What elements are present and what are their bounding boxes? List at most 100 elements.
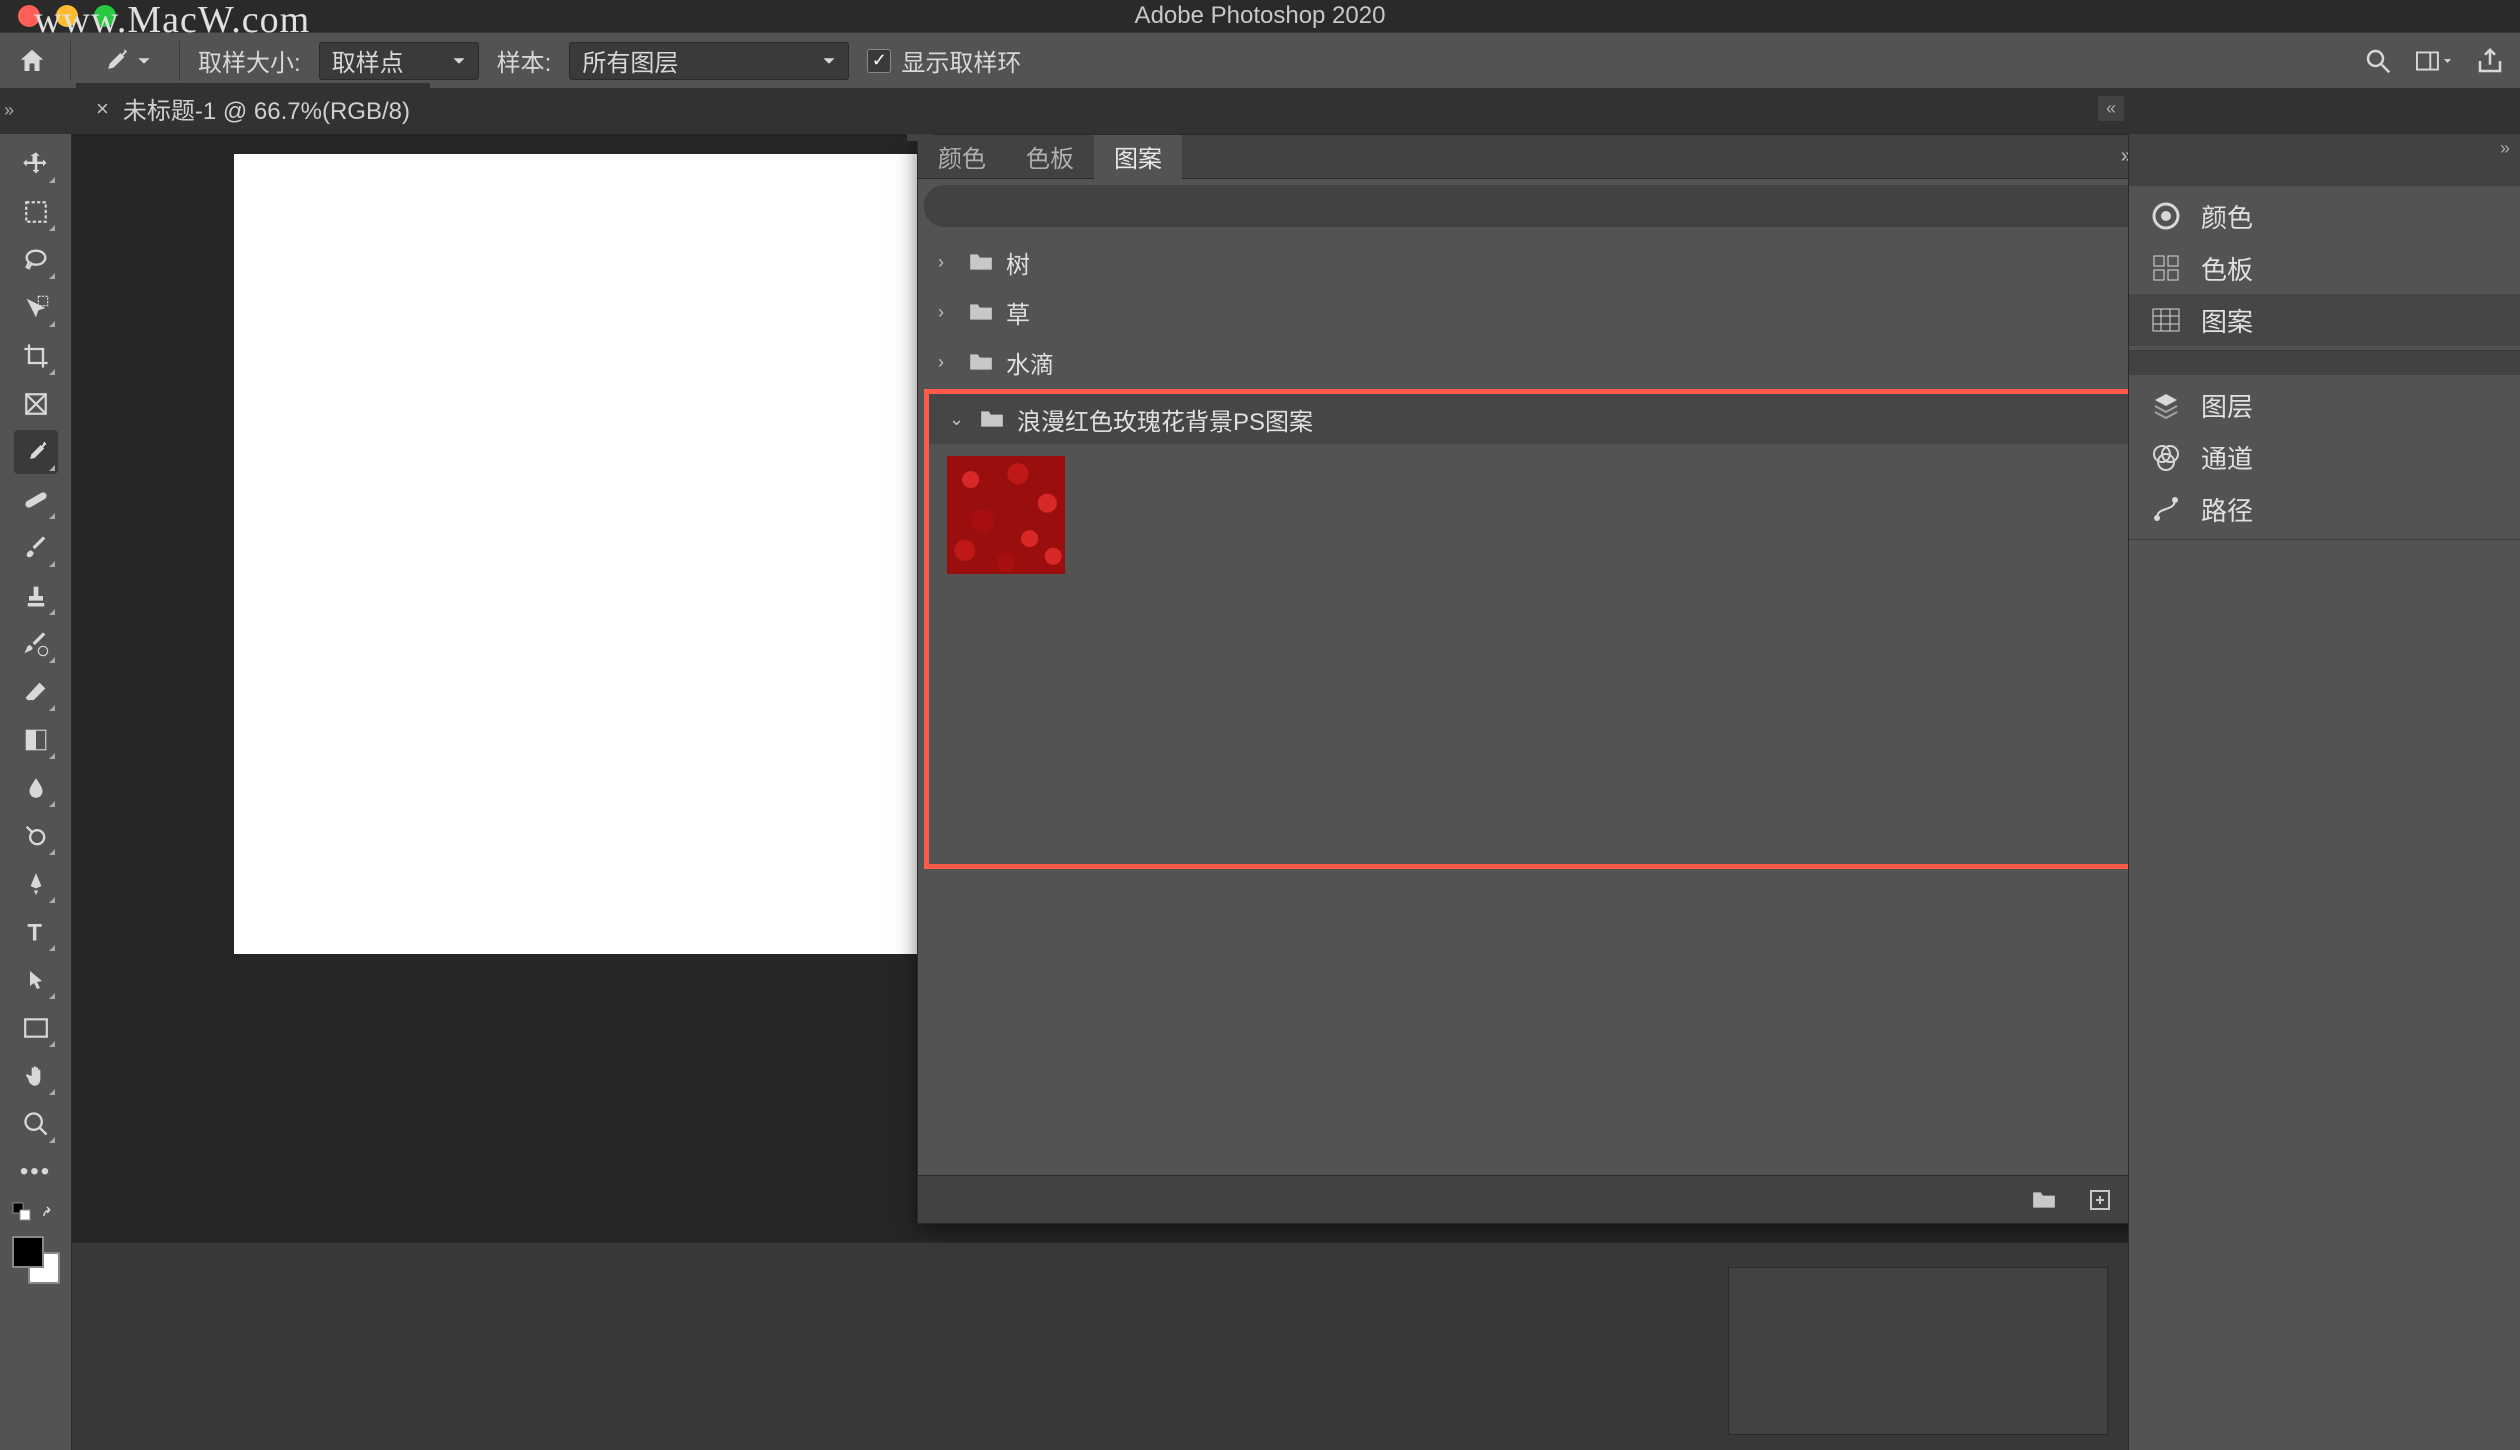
folder-icon bbox=[968, 301, 994, 323]
chevron-down-icon bbox=[452, 54, 466, 68]
folder-tree-item-expanded[interactable]: ⌄ 浪漫红色玫瑰花背景PS图案 bbox=[929, 394, 2128, 444]
panel-expand-icon[interactable]: » bbox=[2121, 145, 2128, 168]
dock-collapse-button[interactable]: » bbox=[2129, 134, 2520, 162]
canvas-area[interactable]: « 颜色 色板 图案 » | › 树 › bbox=[72, 134, 2128, 1450]
checkbox-checked-icon: ✓ bbox=[867, 49, 891, 73]
rectangle-tool[interactable] bbox=[14, 1006, 58, 1050]
rose-pattern-preview bbox=[947, 456, 1065, 574]
hand-tool[interactable] bbox=[14, 1054, 58, 1098]
eraser-tool[interactable] bbox=[14, 670, 58, 714]
folder-tree-item[interactable]: › 树 bbox=[918, 237, 2128, 287]
swap-colors-icon[interactable] bbox=[40, 1202, 60, 1222]
swatches-grid-icon bbox=[2149, 251, 2183, 285]
dock-item-patterns[interactable]: 图案 bbox=[2129, 294, 2520, 346]
chevron-down-icon bbox=[2443, 55, 2452, 67]
gradient-tool[interactable] bbox=[14, 718, 58, 762]
document-tab-label: 未标题-1 @ 66.7%(RGB/8) bbox=[123, 91, 410, 126]
divider bbox=[70, 41, 71, 81]
share-button[interactable] bbox=[2472, 43, 2508, 79]
color-swatches[interactable] bbox=[12, 1236, 60, 1284]
dock-item-label: 颜色 bbox=[2201, 198, 2253, 235]
drop-icon bbox=[23, 774, 49, 802]
maximize-window-button[interactable] bbox=[94, 5, 116, 27]
dock-item-channels[interactable]: 通道 bbox=[2129, 431, 2520, 483]
sample-select[interactable]: 所有图层 bbox=[569, 42, 849, 80]
marquee-tool[interactable] bbox=[14, 190, 58, 234]
folder-icon bbox=[968, 251, 994, 273]
new-pattern-button[interactable] bbox=[2086, 1186, 2114, 1214]
edit-toolbar[interactable]: ••• bbox=[14, 1150, 58, 1194]
document-tab[interactable]: × 未标题-1 @ 66.7%(RGB/8) bbox=[76, 83, 430, 134]
foreground-color-swatch[interactable] bbox=[12, 1236, 44, 1268]
lasso-tool[interactable] bbox=[14, 238, 58, 282]
tools-panel: T ••• bbox=[0, 134, 72, 1450]
pattern-search-input[interactable] bbox=[924, 185, 2128, 227]
plus-square-icon bbox=[2088, 1188, 2112, 1212]
folder-label: 草 bbox=[1006, 295, 1030, 330]
blur-tool[interactable] bbox=[14, 766, 58, 810]
eyedropper-icon bbox=[22, 438, 50, 466]
history-brush-tool[interactable] bbox=[14, 622, 58, 666]
eyedropper-icon bbox=[99, 45, 131, 77]
swatch-reset-row bbox=[12, 1202, 60, 1222]
properties-mini-panel[interactable] bbox=[1728, 1267, 2108, 1435]
arrow-cursor-icon bbox=[24, 966, 48, 994]
patterns-panel: 颜色 色板 图案 » | › 树 › 草 bbox=[917, 134, 2128, 1224]
tab-patterns[interactable]: 图案 bbox=[1094, 135, 1182, 179]
dock-group-header[interactable] bbox=[2129, 162, 2520, 186]
type-tool[interactable]: T bbox=[14, 910, 58, 954]
panel-collapse-right[interactable]: « bbox=[2098, 96, 2124, 121]
bottom-properties-strip bbox=[72, 1242, 2128, 1450]
healing-brush-tool[interactable] bbox=[14, 478, 58, 522]
tab-color[interactable]: 颜色 bbox=[918, 135, 1006, 179]
brush-tool[interactable] bbox=[14, 526, 58, 570]
pattern-thumbnail-grid bbox=[929, 444, 2128, 864]
show-sampling-ring-checkbox[interactable]: ✓ 显示取样环 bbox=[867, 43, 1021, 78]
clone-stamp-tool[interactable] bbox=[14, 574, 58, 618]
folder-tree-item[interactable]: › 水滴 bbox=[918, 337, 2128, 387]
close-tab-icon[interactable]: × bbox=[96, 96, 109, 122]
dock-item-color[interactable]: 颜色 bbox=[2129, 190, 2520, 242]
quick-select-tool[interactable] bbox=[14, 286, 58, 330]
eyedropper-tool[interactable] bbox=[14, 430, 58, 474]
type-icon: T bbox=[23, 919, 49, 945]
app-title: Adobe Photoshop 2020 bbox=[1135, 2, 1386, 30]
pattern-thumbnail[interactable] bbox=[947, 456, 1065, 574]
dodge-tool[interactable] bbox=[14, 814, 58, 858]
path-select-tool[interactable] bbox=[14, 958, 58, 1002]
default-colors-icon[interactable] bbox=[12, 1202, 32, 1222]
dock-group-header[interactable] bbox=[2129, 351, 2520, 375]
folder-tree-item[interactable]: › 草 bbox=[918, 287, 2128, 337]
workspace-switcher[interactable] bbox=[2416, 43, 2452, 79]
home-button[interactable] bbox=[12, 41, 52, 81]
sample-size-select[interactable]: 取样点 bbox=[319, 42, 479, 80]
folder-label: 水滴 bbox=[1006, 345, 1054, 380]
highlighted-folder-region: ⌄ 浪漫红色玫瑰花背景PS图案 bbox=[924, 389, 2128, 869]
close-window-button[interactable] bbox=[18, 5, 40, 27]
zoom-tool[interactable] bbox=[14, 1102, 58, 1146]
rectangle-icon bbox=[23, 1017, 49, 1039]
patterns-panel-footer bbox=[918, 1175, 2128, 1223]
search-button[interactable] bbox=[2360, 43, 2396, 79]
channels-icon bbox=[2149, 440, 2183, 474]
pen-icon bbox=[23, 870, 49, 898]
dock-item-label: 通道 bbox=[2201, 439, 2253, 476]
new-folder-button[interactable] bbox=[2030, 1186, 2058, 1214]
dock-item-swatches[interactable]: 色板 bbox=[2129, 242, 2520, 294]
frame-tool[interactable] bbox=[14, 382, 58, 426]
dock-group-color: 颜色 色板 图案 bbox=[2129, 186, 2520, 351]
toolbar-expand-icon[interactable]: » bbox=[4, 100, 14, 121]
current-tool-indicator[interactable] bbox=[89, 41, 161, 81]
dock-item-layers[interactable]: 图层 bbox=[2129, 379, 2520, 431]
pen-tool[interactable] bbox=[14, 862, 58, 906]
move-tool[interactable] bbox=[14, 142, 58, 186]
caret-right-icon: › bbox=[938, 252, 956, 273]
dock-item-paths[interactable]: 路径 bbox=[2129, 483, 2520, 535]
tab-swatches[interactable]: 色板 bbox=[1006, 135, 1094, 179]
marquee-icon bbox=[23, 199, 49, 225]
panel-tab-controls: » | bbox=[2121, 145, 2128, 168]
panel-collapse-left[interactable]: « bbox=[907, 134, 933, 141]
patterns-grid-icon bbox=[2149, 303, 2183, 337]
crop-tool[interactable] bbox=[14, 334, 58, 378]
minimize-window-button[interactable] bbox=[56, 5, 78, 27]
